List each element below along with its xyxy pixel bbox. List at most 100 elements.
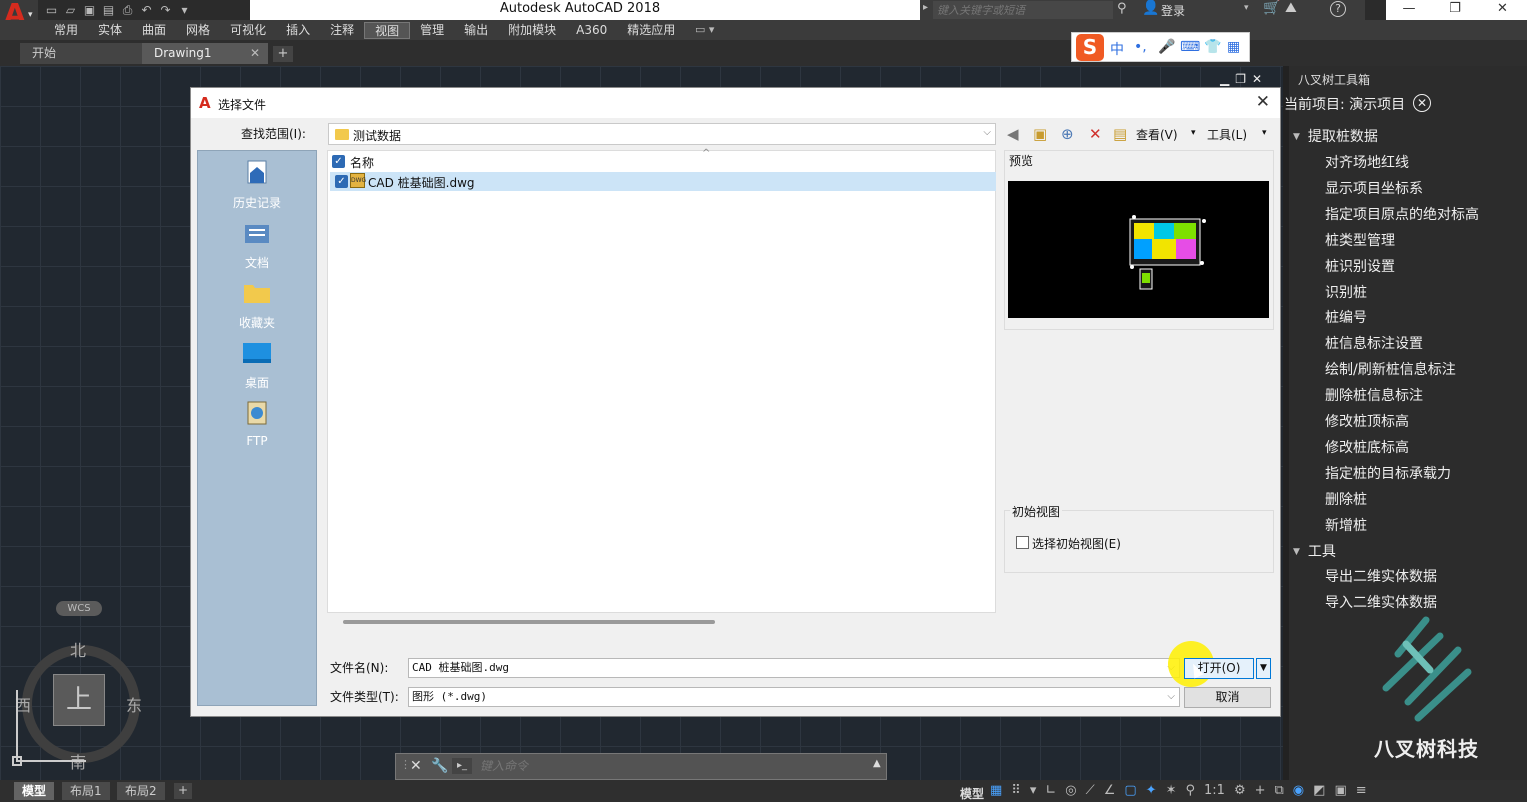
chevron-down-icon[interactable]: ▾ [1191,128,1196,138]
layout-tab-model[interactable]: 模型 [14,782,55,800]
tab-insert[interactable]: 插入 [276,22,320,39]
group-extract-pile-data[interactable]: ▼ 提取桩数据 [1293,126,1378,146]
chevron-down-icon[interactable]: ▾ [1262,128,1267,138]
tool-item[interactable]: 删除桩信息标注 [1325,385,1423,405]
command-input[interactable] [480,757,860,775]
tab-start[interactable]: 开始 [20,43,142,64]
tool-item[interactable]: 显示项目坐标系 [1325,178,1423,198]
tool-item[interactable]: 指定桩的目标承载力 [1325,463,1451,483]
place-documents[interactable]: 文档 [198,219,316,271]
back-icon[interactable]: ◀ [1007,125,1019,143]
file-checkbox[interactable]: ✓ [335,175,348,188]
views-menu[interactable]: 查看(V) [1136,126,1178,143]
file-list[interactable]: ✓ 名称 ^ ✓ DWG CAD 桩基础图.dwg [327,148,996,613]
tool-item[interactable]: 桩信息标注设置 [1325,333,1423,353]
close-icon[interactable]: ✕ [250,43,260,64]
help-icon[interactable]: ? [1330,1,1346,17]
hardware-acceleration-icon[interactable]: ◩ [1313,783,1325,798]
new-tab-button[interactable]: + [273,46,293,62]
snap-icon[interactable]: ⠿ [1011,783,1021,798]
tool-item[interactable]: 桩类型管理 [1325,230,1395,250]
tab-surface[interactable]: 曲面 [132,22,176,39]
cart-icon[interactable]: 🛒 [1263,0,1280,16]
model-space-toggle[interactable]: 模型 [960,785,984,802]
gear-icon[interactable]: ⚙ [1234,783,1246,798]
tab-mesh[interactable]: 网格 [176,22,220,39]
clean-screen-icon[interactable]: ▣ [1334,783,1346,798]
tab-featured-apps[interactable]: 精选应用 [617,22,685,39]
select-all-checkbox[interactable]: ✓ [332,155,345,168]
a360-icon[interactable]: ⛰ [1285,0,1297,16]
create-folder-icon[interactable]: ▤ [1113,125,1127,143]
object-snap-tracking-icon[interactable]: ∠ [1104,783,1116,798]
customize-icon[interactable]: ≡ [1356,783,1367,798]
toolbox-icon[interactable]: ▦ [1227,39,1240,55]
save-as-icon[interactable]: ▤ [101,3,116,17]
tools-menu[interactable]: 工具(L) [1207,126,1247,143]
tool-item[interactable]: 导出二维实体数据 [1325,566,1437,586]
tab-visualize[interactable]: 可视化 [220,22,276,39]
tab-manage[interactable]: 管理 [410,22,454,39]
keyboard-icon[interactable]: ⌨ [1180,39,1200,55]
viewcube-top-face[interactable]: 上 [53,674,105,726]
undo-icon[interactable]: ↶ [139,3,154,17]
new-file-icon[interactable]: ▭ [44,3,59,17]
up-folder-icon[interactable]: ▣ [1033,125,1047,143]
ime-punctuation-toggle[interactable]: •, [1134,39,1147,55]
file-name-field[interactable]: CAD 桩基础图.dwg ⌵ [408,658,1180,678]
file-type-dropdown[interactable]: 图形 (*.dwg) ⌵ [408,687,1180,707]
cancel-button[interactable]: 取消 [1184,687,1271,708]
tab-a360[interactable]: A360 [566,22,617,39]
open-options-button[interactable]: ▼ [1256,658,1271,679]
isodraft-icon[interactable]: ⟋ [1086,783,1095,798]
tab-output[interactable]: 输出 [454,22,498,39]
auto-scale-icon[interactable]: ✶ [1166,783,1177,798]
place-ftp[interactable]: FTP [198,399,316,448]
tab-annotate[interactable]: 注释 [320,22,364,39]
tool-item[interactable]: 桩识别设置 [1325,256,1395,276]
select-initial-view-checkbox[interactable] [1016,536,1029,549]
compass-east[interactable]: 东 [126,692,142,716]
tool-item[interactable]: 修改桩顶标高 [1325,411,1409,431]
search-input[interactable] [933,1,1113,19]
horizontal-scrollbar[interactable] [343,620,715,624]
tool-item[interactable]: 绘制/刷新桩信息标注 [1325,359,1456,379]
customize-qat-icon[interactable]: ▾ [177,3,192,17]
chevron-down-icon[interactable]: ▾ [1030,783,1037,798]
ortho-icon[interactable]: ∟ [1045,783,1056,798]
layout-tab-1[interactable]: 布局1 [62,782,110,800]
command-prompt-icon[interactable]: ▸_ [452,758,472,774]
tab-solid[interactable]: 实体 [88,22,132,39]
tool-item[interactable]: 桩编号 [1325,307,1367,327]
file-row[interactable]: ✓ DWG CAD 桩基础图.dwg [330,172,996,191]
tab-view[interactable]: 视图 [364,22,411,39]
command-history-icon[interactable]: ▲ [873,758,881,769]
tool-item[interactable]: 指定项目原点的绝对标高 [1325,204,1479,224]
tab-addins[interactable]: 附加模块 [498,22,566,39]
tool-item[interactable]: 删除桩 [1325,489,1367,509]
group-tools[interactable]: ▼ 工具 [1293,541,1336,561]
delete-icon[interactable]: ✕ [1089,125,1102,143]
tool-item[interactable]: 对齐场地红线 [1325,152,1409,172]
print-icon[interactable]: ⎙ [120,3,135,17]
annotation-visibility-icon[interactable]: ✦ [1146,783,1157,798]
redo-icon[interactable]: ↷ [158,3,173,17]
look-in-dropdown[interactable]: 测试数据 ⌵ [328,123,996,145]
wcs-menu[interactable]: WCS [56,601,102,616]
plus-icon[interactable]: + [1255,783,1266,798]
close-icon[interactable]: ✕ [1413,94,1431,112]
skin-icon[interactable]: 👕 [1204,39,1221,55]
tool-item[interactable]: 新增桩 [1325,515,1367,535]
isolate-objects-icon[interactable]: ◉ [1293,783,1304,798]
tool-item[interactable]: 识别桩 [1325,282,1367,302]
name-column-header[interactable]: ✓ 名称 ^ [328,148,995,171]
layout-tab-2[interactable]: 布局2 [117,782,165,800]
wrench-icon[interactable]: 🔧 [431,758,448,774]
viewport-controls[interactable]: ▁❐✕ [1220,72,1268,86]
binoculars-icon[interactable]: ⚲ [1117,1,1127,16]
close-icon[interactable]: ✕ [1256,92,1270,112]
ribbon-options-icon[interactable]: ▭ ▾ [695,23,714,36]
microphone-icon[interactable]: 🎤 [1158,39,1175,55]
compass-north[interactable]: 北 [70,637,86,661]
tool-item[interactable]: 修改桩底标高 [1325,437,1409,457]
